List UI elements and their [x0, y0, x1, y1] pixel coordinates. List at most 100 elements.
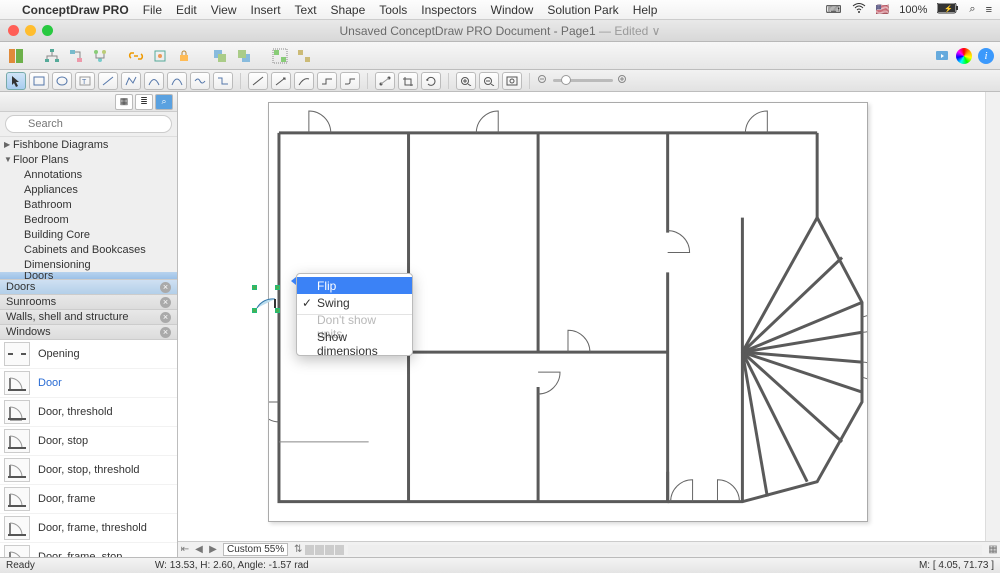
- flowchart-icon[interactable]: [66, 46, 86, 66]
- chain-diagram-icon[interactable]: [90, 46, 110, 66]
- tree-item-bathroom[interactable]: Bathroom: [0, 197, 177, 212]
- vertical-scrollbar[interactable]: [985, 92, 1000, 541]
- menu-view[interactable]: View: [211, 3, 237, 17]
- curve-connector-tool[interactable]: [294, 72, 314, 90]
- keyboard-layout-icon[interactable]: ⌨: [826, 3, 842, 16]
- page-grid-icon[interactable]: ▦: [986, 544, 1000, 555]
- crop-tool[interactable]: [398, 72, 418, 90]
- presentation-icon[interactable]: [932, 46, 952, 66]
- tree-item-dimensioning[interactable]: Dimensioning: [0, 257, 177, 272]
- polyline-tool[interactable]: [121, 72, 141, 90]
- selected-shape[interactable]: [255, 288, 277, 310]
- arrow-connector-tool[interactable]: [271, 72, 291, 90]
- close-icon[interactable]: ×: [160, 282, 171, 293]
- tree-item-doors[interactable]: Doors: [0, 272, 177, 279]
- library-search-input[interactable]: [5, 115, 172, 133]
- shape-opening[interactable]: Opening: [0, 340, 177, 369]
- app-name[interactable]: ConceptDraw PRO: [22, 3, 129, 17]
- ctx-flip[interactable]: Flip: [297, 277, 412, 294]
- battery-icon[interactable]: ⚡: [937, 3, 959, 17]
- ctx-show-dimensions[interactable]: Show dimensions: [297, 335, 412, 352]
- ctx-swing[interactable]: ✓Swing: [297, 294, 412, 311]
- scroll-right-icon[interactable]: ▶: [206, 544, 220, 555]
- tree-item-bedroom[interactable]: Bedroom: [0, 212, 177, 227]
- tree-diagram-icon[interactable]: [42, 46, 62, 66]
- zoom-plus-icon[interactable]: [617, 74, 629, 87]
- send-back-icon[interactable]: [210, 46, 230, 66]
- zoom-window-button[interactable]: [42, 25, 53, 36]
- zoom-in-tool[interactable]: [456, 72, 476, 90]
- library-doors[interactable]: Doors×: [0, 280, 177, 295]
- tree-item-annotations[interactable]: Annotations: [0, 167, 177, 182]
- flag-icon[interactable]: 🇺🇸: [876, 3, 890, 16]
- selection-tool[interactable]: [6, 72, 26, 90]
- menu-file[interactable]: File: [143, 3, 162, 17]
- shape-door-threshold[interactable]: Door, threshold: [0, 398, 177, 427]
- menu-edit[interactable]: Edit: [176, 3, 197, 17]
- color-wheel-icon[interactable]: [956, 48, 972, 64]
- connector-tool[interactable]: [213, 72, 233, 90]
- panel-view-list-button[interactable]: ≣: [135, 94, 153, 110]
- shape-door-stop[interactable]: Door, stop: [0, 427, 177, 456]
- shape-door-stop-threshold[interactable]: Door, stop, threshold: [0, 456, 177, 485]
- arc-tool[interactable]: [144, 72, 164, 90]
- info-icon[interactable]: i: [978, 48, 994, 64]
- library-windows[interactable]: Windows×: [0, 325, 177, 340]
- close-icon[interactable]: ×: [160, 297, 171, 308]
- resize-handle[interactable]: [252, 308, 257, 313]
- menu-window[interactable]: Window: [491, 3, 534, 17]
- lock-layer-icon[interactable]: [174, 46, 194, 66]
- page-thumbnails[interactable]: [305, 545, 344, 555]
- zoom-out-tool[interactable]: [479, 72, 499, 90]
- zoom-level-field[interactable]: Custom 55%: [223, 543, 288, 556]
- tree-item-building-core[interactable]: Building Core: [0, 227, 177, 242]
- spline-tool[interactable]: [190, 72, 210, 90]
- panel-search-button[interactable]: ⌕: [155, 94, 173, 110]
- group-icon[interactable]: [270, 46, 290, 66]
- library-sunrooms[interactable]: Sunrooms×: [0, 295, 177, 310]
- shape-door-frame-stop[interactable]: Door, frame, stop: [0, 543, 177, 557]
- menu-inspectors[interactable]: Inspectors: [421, 3, 476, 17]
- hyperlink-icon[interactable]: [126, 46, 146, 66]
- tree-item-fishbone[interactable]: ▶Fishbone Diagrams: [0, 137, 177, 152]
- scroll-left-end-icon[interactable]: ⇤: [178, 544, 192, 555]
- text-tool[interactable]: T: [75, 72, 95, 90]
- zoom-minus-icon[interactable]: [537, 74, 549, 87]
- smart-connector-tool[interactable]: [317, 72, 337, 90]
- ellipse-tool[interactable]: [52, 72, 72, 90]
- wifi-icon[interactable]: [852, 3, 866, 16]
- tree-item-floor-plans[interactable]: ▼Floor Plans: [0, 152, 177, 167]
- edit-points-tool[interactable]: [375, 72, 395, 90]
- round-connector-tool[interactable]: [340, 72, 360, 90]
- menu-solution-park[interactable]: Solution Park: [547, 3, 618, 17]
- zoom-slider[interactable]: [537, 74, 629, 87]
- library-panel-icon[interactable]: [6, 46, 26, 66]
- scroll-left-icon[interactable]: ◀: [192, 544, 206, 555]
- horizontal-scrollbar[interactable]: [348, 545, 982, 555]
- tree-item-cabinets[interactable]: Cabinets and Bookcases: [0, 242, 177, 257]
- menu-help[interactable]: Help: [633, 3, 658, 17]
- minimize-window-button[interactable]: [25, 25, 36, 36]
- shape-door[interactable]: Door: [0, 369, 177, 398]
- spotlight-icon[interactable]: ⌕: [969, 3, 975, 16]
- resize-handle[interactable]: [275, 285, 280, 290]
- rect-tool[interactable]: [29, 72, 49, 90]
- tree-item-appliances[interactable]: Appliances: [0, 182, 177, 197]
- notification-center-icon[interactable]: ≡: [986, 4, 992, 16]
- rotate-tool[interactable]: [421, 72, 441, 90]
- bring-front-icon[interactable]: [234, 46, 254, 66]
- menu-text[interactable]: Text: [295, 3, 317, 17]
- close-window-button[interactable]: [8, 25, 19, 36]
- resize-handle[interactable]: [252, 285, 257, 290]
- resize-handle[interactable]: [275, 308, 280, 313]
- direct-connector-tool[interactable]: [248, 72, 268, 90]
- panel-view-grid-button[interactable]: ▦: [115, 94, 133, 110]
- zoom-fit-tool[interactable]: [502, 72, 522, 90]
- bezier-tool[interactable]: [167, 72, 187, 90]
- zoom-stepper-icon[interactable]: ⇅: [291, 544, 305, 555]
- line-tool[interactable]: [98, 72, 118, 90]
- shape-door-frame[interactable]: Door, frame: [0, 485, 177, 514]
- close-icon[interactable]: ×: [160, 312, 171, 323]
- close-icon[interactable]: ×: [160, 327, 171, 338]
- drawing-canvas[interactable]: Flip ✓Swing Don't show units Show dimens…: [178, 92, 1000, 557]
